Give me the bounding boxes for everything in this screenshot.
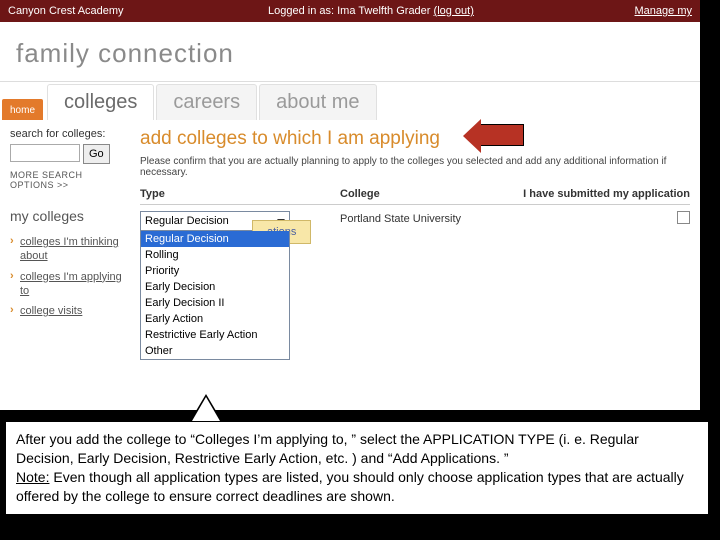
type-option[interactable]: Priority: [141, 263, 289, 279]
type-option[interactable]: Restrictive Early Action: [141, 327, 289, 343]
submitted-checkbox[interactable]: [677, 211, 690, 224]
sidebar-list: colleges I'm thinking about colleges I'm…: [10, 232, 124, 321]
sidebar-item-thinking: colleges I'm thinking about: [10, 232, 124, 267]
login-status: Logged in as: Ima Twelfth Grader (log ou…: [268, 5, 635, 17]
more-search-link[interactable]: MORE SEARCH OPTIONS >>: [10, 170, 124, 190]
college-name: Portland State University: [340, 211, 520, 225]
sidebar-link-applying[interactable]: colleges I'm applying to: [20, 271, 122, 297]
brand-title: family connection: [0, 38, 700, 81]
type-option[interactable]: Early Decision II: [141, 295, 289, 311]
type-option[interactable]: Regular Decision: [141, 231, 289, 247]
arrow-callout: [480, 124, 524, 146]
tab-colleges[interactable]: colleges: [47, 84, 154, 120]
type-option[interactable]: Early Action: [141, 311, 289, 327]
type-option[interactable]: Early Decision: [141, 279, 289, 295]
search-input[interactable]: [10, 144, 80, 162]
logged-in-user: Ima Twelfth Grader: [337, 5, 430, 17]
sidebar-link-thinking[interactable]: colleges I'm thinking about: [20, 236, 119, 262]
manage-link[interactable]: Manage my: [635, 5, 692, 17]
type-selected: Regular Decision: [145, 215, 229, 227]
logout-link[interactable]: (log out): [434, 5, 474, 17]
type-option[interactable]: Other: [141, 343, 289, 359]
search-label: search for colleges:: [10, 128, 124, 140]
go-button[interactable]: Go: [83, 144, 110, 164]
sidebar-item-visits: college visits: [10, 301, 124, 321]
tab-about-me[interactable]: about me: [259, 84, 376, 120]
content-area: search for colleges: Go MORE SEARCH OPTI…: [0, 120, 700, 327]
col-head-submitted: I have submitted my application: [520, 188, 690, 200]
callout-pointer: [192, 397, 220, 421]
tab-careers[interactable]: careers: [156, 84, 257, 120]
sidebar-heading: my colleges: [10, 208, 124, 224]
app-screenshot: Canyon Crest Academy Logged in as: Ima T…: [0, 0, 700, 410]
arrow-icon: [480, 124, 524, 146]
caption-note-label: Note:: [16, 469, 49, 485]
type-option-list: Regular Decision Rolling Priority Early …: [140, 231, 290, 360]
logged-in-prefix: Logged in as:: [268, 5, 337, 17]
col-head-type: Type: [140, 188, 340, 200]
brand-row: family connection: [0, 22, 700, 82]
nav-tabs: home colleges careers about me: [0, 82, 700, 120]
main-column: add colleges to which I am applying Plea…: [130, 120, 700, 327]
table-header: Type College I have submitted my applica…: [140, 188, 690, 205]
sidebar-item-applying: colleges I'm applying to: [10, 267, 124, 302]
sidebar-link-visits[interactable]: college visits: [20, 305, 82, 317]
page-title: add colleges to which I am applying: [140, 128, 440, 150]
slide-frame: Canyon Crest Academy Logged in as: Ima T…: [0, 0, 720, 540]
type-option[interactable]: Rolling: [141, 247, 289, 263]
caption-line1: After you add the college to “Colleges I…: [16, 431, 639, 466]
caption-line2: Even though all application types are li…: [16, 469, 684, 504]
caption-callout: After you add the college to “Colleges I…: [4, 420, 710, 516]
col-head-college: College: [340, 188, 520, 200]
tab-home[interactable]: home: [2, 99, 43, 120]
sidebar: search for colleges: Go MORE SEARCH OPTI…: [0, 120, 130, 327]
school-name: Canyon Crest Academy: [8, 5, 268, 17]
top-bar: Canyon Crest Academy Logged in as: Ima T…: [0, 0, 700, 22]
instruction-text: Please confirm that you are actually pla…: [140, 156, 690, 178]
table-row: Regular Decision Regular Decision Rollin…: [140, 211, 690, 231]
